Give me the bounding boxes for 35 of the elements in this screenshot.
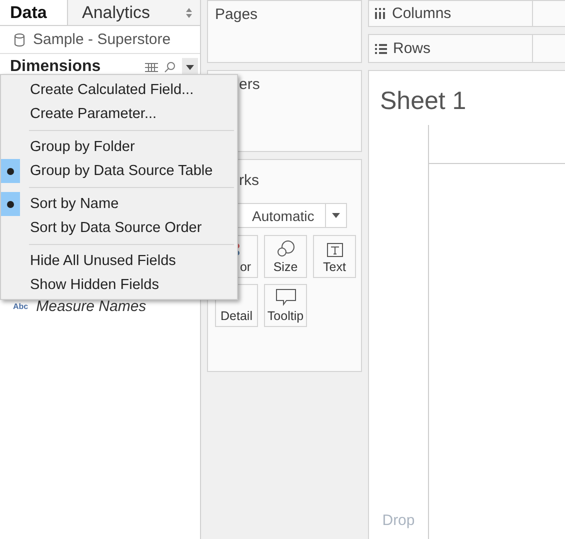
menu-item[interactable]: Sort by Data Source Order	[30, 220, 202, 236]
menu-item[interactable]: Create Parameter...	[30, 106, 157, 122]
card-title: ers	[239, 76, 260, 93]
sheet-title: Sheet 1	[379, 86, 468, 117]
menu-item[interactable]: Group by Data Source Table	[30, 163, 213, 179]
card-title: rks	[239, 172, 259, 189]
database-icon	[14, 32, 25, 46]
menu-item[interactable]: Group by Folder	[30, 139, 135, 155]
menu-item[interactable]: Create Calculated Field...	[30, 82, 194, 98]
caret-icon	[332, 213, 340, 218]
mark-type-dropdown[interactable]: Automatic	[235, 203, 347, 228]
list-view-icon[interactable]	[145, 62, 158, 72]
field-item[interactable]: Measure Names	[36, 298, 146, 314]
rows-icon	[375, 44, 387, 54]
caret-icon	[186, 64, 194, 70]
section-title: Dimensions	[10, 58, 102, 76]
sort-icon	[186, 8, 192, 18]
speech-bubble-icon	[276, 289, 296, 306]
marks-button[interactable]: Tooltip	[264, 284, 307, 327]
drop-field-hint: Drop	[382, 512, 415, 529]
search-icon[interactable]	[164, 61, 176, 73]
marks-button[interactable]: Text	[313, 235, 356, 278]
menu-item[interactable]: Sort by Name	[30, 196, 119, 212]
shelf-label: Columns	[392, 5, 452, 22]
shelf-label: Rows	[393, 40, 431, 57]
menu-item[interactable]: Hide All Unused Fields	[30, 253, 176, 269]
card-title: Pages	[215, 6, 258, 23]
text-icon	[326, 243, 342, 257]
marks-button[interactable]: Size	[264, 235, 307, 278]
data-type-icon: Abc	[13, 302, 28, 310]
columns-icon	[375, 8, 386, 19]
data-source-name[interactable]: Sample - Superstore	[33, 31, 171, 48]
menu-item[interactable]: Show Hidden Fields	[30, 277, 159, 293]
panel-tab[interactable]: Analytics	[67, 0, 200, 25]
size-circles-icon	[276, 240, 294, 257]
